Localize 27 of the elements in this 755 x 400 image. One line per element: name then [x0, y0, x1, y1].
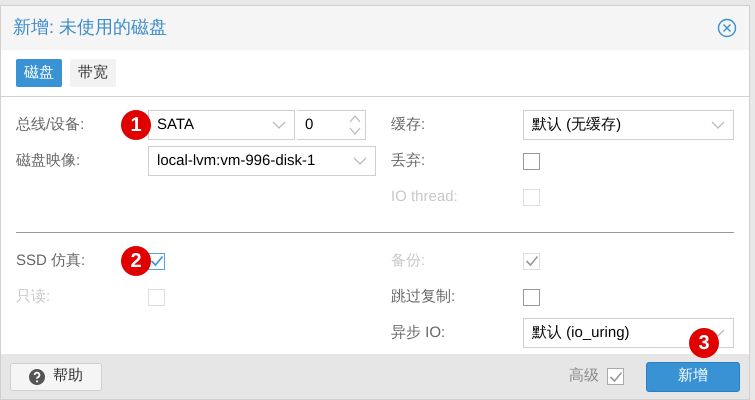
tab[interactable]: 带宽: [70, 59, 116, 88]
chevron-down-icon: [711, 329, 725, 338]
advanced-label: 高级: [569, 366, 599, 386]
field-label: 丢弃:: [391, 152, 426, 170]
number-badge: 2: [121, 246, 151, 276]
chevron-down-icon: [711, 121, 725, 130]
window-title: 新增: 未使用的磁盘: [13, 16, 168, 40]
field-label: SSD 仿真:: [16, 252, 86, 270]
spinner-arrows-icon: [349, 114, 361, 136]
help-button[interactable]: 帮助: [10, 362, 102, 391]
device-spinner[interactable]: 0: [297, 110, 366, 140]
number-badge: 1: [121, 110, 151, 140]
field-label: 异步 IO:: [391, 324, 446, 342]
checkbox[interactable]: [523, 152, 540, 170]
dropdown-field[interactable]: 默认 (无缓存): [523, 110, 734, 140]
close-icon[interactable]: [717, 18, 737, 38]
field-label: 缓存:: [391, 116, 426, 134]
checkbox[interactable]: [523, 288, 540, 306]
chevron-down-icon: [272, 121, 286, 130]
checkbox[interactable]: [607, 368, 624, 386]
dropdown-field[interactable]: local-lvm:vm-996-disk-1: [148, 146, 376, 176]
field-label: 总线/设备:: [16, 116, 84, 134]
field-label: 磁盘映像:: [16, 152, 80, 170]
help-icon: [29, 368, 45, 385]
bus-select[interactable]: SATA: [148, 110, 295, 140]
chevron-down-icon: [353, 157, 367, 166]
field-label: 跳过复制:: [391, 288, 456, 306]
